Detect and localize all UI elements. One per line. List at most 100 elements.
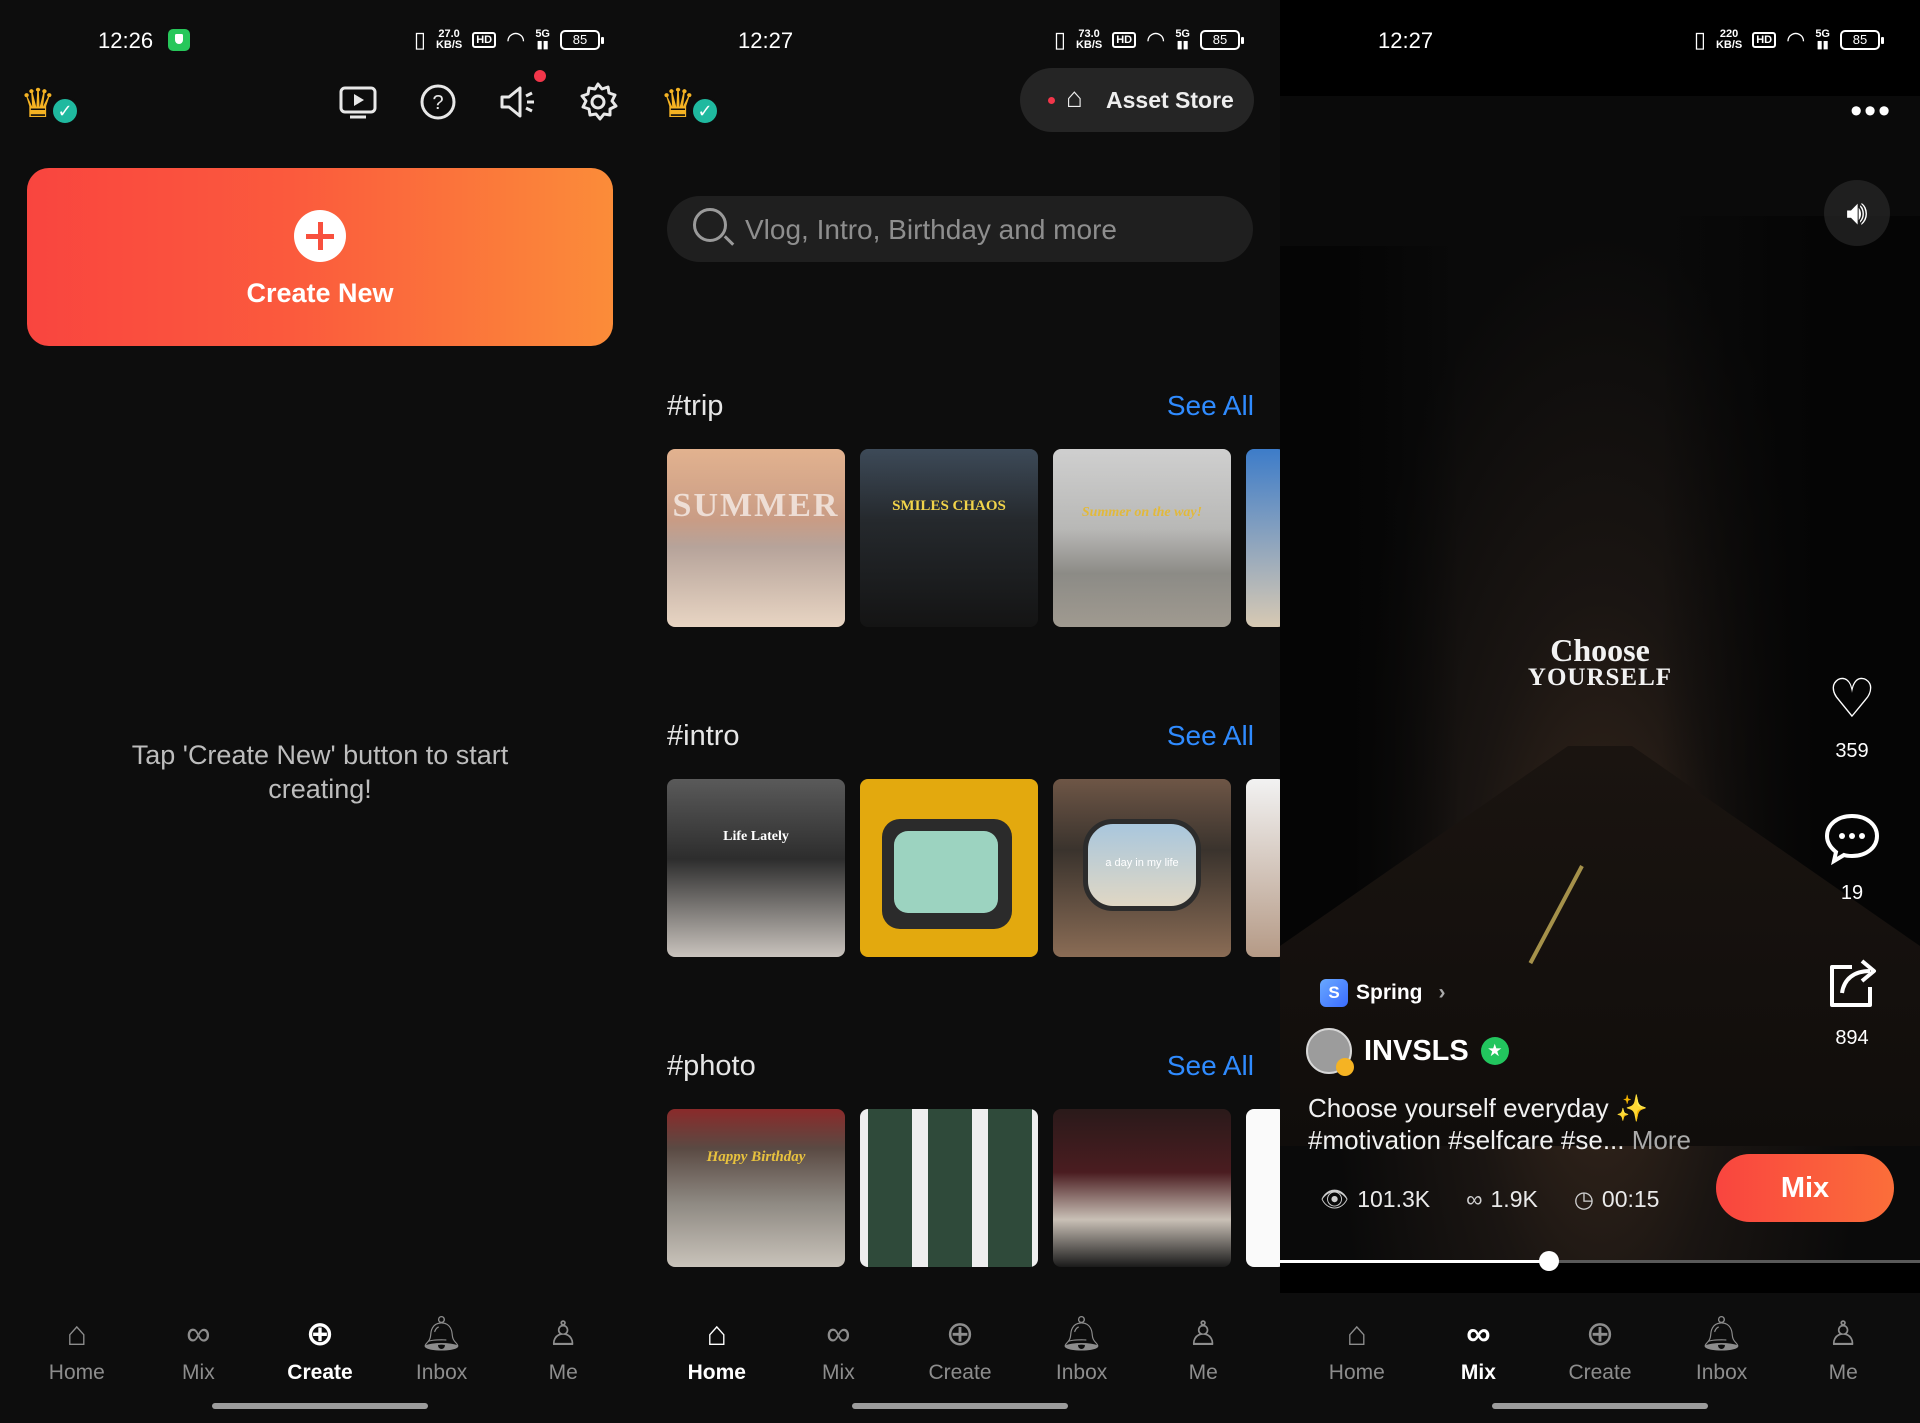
- search-input[interactable]: Vlog, Intro, Birthday and more: [667, 196, 1253, 262]
- nav-home[interactable]: ⌂ Home: [22, 1313, 132, 1385]
- nav-mix[interactable]: ∞ Mix: [143, 1313, 253, 1385]
- template-thumbnail[interactable]: [1246, 779, 1280, 957]
- speaker-icon[interactable]: 🔊︎: [1824, 180, 1890, 246]
- nav-create[interactable]: ⊕ Create: [265, 1313, 375, 1385]
- person-icon: ♙: [547, 1315, 579, 1353]
- section-intro: #intro See All Life Lately a day in my l…: [667, 720, 1280, 959]
- nav-inbox[interactable]: 🔔︎ Inbox: [1027, 1313, 1137, 1385]
- system-icons: ▯ 27.0 KB/S HD ◠ 5G ▮▮ 85: [413, 27, 604, 52]
- caption-line: Choose yourself everyday ✨: [1308, 1093, 1649, 1123]
- like-button[interactable]: ♡ 359: [1812, 668, 1892, 763]
- thumbnail-row: Life Lately a day in my life: [667, 779, 1280, 959]
- template-thumbnail[interactable]: [1246, 1109, 1280, 1267]
- nav-inbox-label: Inbox: [1695, 1361, 1748, 1384]
- video-progress-bar[interactable]: [1280, 1251, 1920, 1271]
- mixes-count: 1.9K: [1490, 1186, 1538, 1212]
- nav-me[interactable]: ♙ Me: [508, 1313, 618, 1385]
- empty-state-hint: Tap 'Create New' button to start creatin…: [131, 740, 509, 804]
- nav-mix[interactable]: ∞ Mix: [783, 1313, 893, 1385]
- megaphone-icon[interactable]: [496, 70, 546, 124]
- comment-bubble-icon: [1812, 810, 1892, 872]
- see-all-link[interactable]: See All: [1167, 720, 1254, 753]
- net-speed: 220 KB/S: [1715, 28, 1743, 51]
- asset-store-button[interactable]: ⌂ Asset Store: [1020, 68, 1254, 132]
- see-all-link[interactable]: See All: [1167, 390, 1254, 423]
- wifi-icon: ◠: [1146, 27, 1166, 52]
- thumbnail-text: Life Lately: [723, 829, 789, 844]
- template-thumbnail[interactable]: a day in my life: [1053, 779, 1231, 957]
- plus-circle-icon: [294, 210, 346, 262]
- premium-crown-button[interactable]: ♛ ✓: [660, 78, 722, 126]
- nav-me-label: Me: [548, 1361, 578, 1384]
- nav-mix-label: Mix: [1460, 1361, 1496, 1384]
- more-options-icon[interactable]: •••: [1850, 92, 1892, 131]
- template-thumbnail[interactable]: SMILES CHAOS: [860, 449, 1038, 627]
- template-thumbnail[interactable]: Life Lately: [667, 779, 845, 957]
- gear-icon[interactable]: [576, 80, 620, 124]
- infinity-icon: ∞: [1466, 1186, 1483, 1212]
- create-new-button[interactable]: Create New: [27, 168, 613, 346]
- template-thumbnail[interactable]: [860, 779, 1038, 957]
- nav-create-label: Create: [287, 1361, 353, 1384]
- shield-icon: [168, 29, 190, 51]
- nav-home[interactable]: ⌂ Home: [1302, 1313, 1412, 1385]
- signal-icon: 5G ▮▮: [1175, 28, 1190, 51]
- author-row[interactable]: INVSLS ★: [1306, 1028, 1509, 1076]
- signal-icon: 5G ▮▮: [1815, 28, 1830, 51]
- template-thumbnail[interactable]: [860, 1109, 1038, 1267]
- status-bar: 12:27 ▯ 220 KB/S HD ◠ 5G ▮▮ 85: [1280, 26, 1920, 56]
- comment-button[interactable]: 19: [1812, 810, 1892, 905]
- nav-inbox[interactable]: 🔔︎ Inbox: [387, 1313, 497, 1385]
- bottom-nav: ⌂ Home ∞ Mix ⊕ Create 🔔︎ Inbox ♙ Me: [0, 1293, 640, 1423]
- nav-home[interactable]: ⌂ Home: [662, 1313, 772, 1385]
- template-thumbnail[interactable]: Summer on the way!: [1053, 449, 1231, 627]
- status-bar: 12:27 ▯ 73.0 KB/S HD ◠ 5G ▮▮ 85: [640, 26, 1280, 56]
- home-icon: ⌂: [1346, 1315, 1368, 1353]
- nav-inbox[interactable]: 🔔︎ Inbox: [1667, 1313, 1777, 1385]
- nav-create[interactable]: ⊕ Create: [905, 1313, 1015, 1385]
- section-title: #intro: [667, 720, 740, 752]
- template-chip[interactable]: S Spring ›: [1320, 976, 1446, 1010]
- svg-text:?: ?: [432, 92, 443, 114]
- mix-button[interactable]: Mix: [1716, 1154, 1894, 1222]
- thumbnail-text: SMILES CHAOS: [892, 498, 1006, 514]
- nav-mix[interactable]: ∞ Mix: [1423, 1313, 1533, 1385]
- nav-home-label: Home: [48, 1361, 105, 1384]
- author-name[interactable]: INVSLS: [1364, 1035, 1469, 1068]
- person-icon: ♙: [1187, 1315, 1219, 1353]
- template-thumbnail[interactable]: [1246, 449, 1280, 627]
- infinity-icon: ∞: [826, 1315, 851, 1353]
- caption-more-link[interactable]: More: [1632, 1125, 1691, 1155]
- overlay-line: Choose: [1550, 632, 1650, 668]
- share-count: 894: [1835, 1027, 1869, 1049]
- see-all-link[interactable]: See All: [1167, 1050, 1254, 1083]
- avatar[interactable]: [1306, 1028, 1354, 1076]
- help-icon[interactable]: ?: [416, 80, 460, 124]
- notification-dot: [534, 70, 546, 82]
- nav-me[interactable]: ♙ Me: [1788, 1313, 1898, 1385]
- template-logo-icon: S: [1320, 979, 1348, 1007]
- vibrate-icon: ▯: [413, 27, 426, 52]
- progress-knob[interactable]: [1538, 1251, 1559, 1271]
- create-screen: 12:26 ▯ 27.0 KB/S HD ◠ 5G ▮▮ 85 ♛ ✓ ? Cr…: [0, 0, 640, 1423]
- template-thumbnail[interactable]: Happy Birthday: [667, 1109, 845, 1267]
- net-speed: 27.0 KB/S: [435, 28, 463, 51]
- gesture-bar: [852, 1403, 1068, 1409]
- template-thumbnail[interactable]: SUMMER: [667, 449, 845, 627]
- nav-create[interactable]: ⊕ Create: [1545, 1313, 1655, 1385]
- notification-dot: [1048, 97, 1055, 104]
- video-play-icon[interactable]: [336, 80, 380, 124]
- nav-me-label: Me: [1828, 1361, 1858, 1384]
- template-thumbnail[interactable]: [1053, 1109, 1231, 1267]
- create-new-label: Create New: [246, 278, 394, 308]
- section-title: #photo: [667, 1050, 756, 1082]
- system-icons: ▯ 220 KB/S HD ◠ 5G ▮▮ 85: [1694, 28, 1884, 51]
- nav-me[interactable]: ♙ Me: [1148, 1313, 1258, 1385]
- home-screen: 12:27 ▯ 73.0 KB/S HD ◠ 5G ▮▮ 85 ♛ ✓ ⌂ Asse…: [640, 0, 1280, 1423]
- share-button[interactable]: 894: [1812, 955, 1892, 1050]
- duration-stat: ◷ 00:15: [1574, 1186, 1660, 1213]
- check-badge-icon: ✓: [50, 96, 80, 126]
- premium-crown-button[interactable]: ♛ ✓: [20, 78, 82, 126]
- battery-indicator: 85: [560, 30, 604, 50]
- plus-circle-icon: ⊕: [305, 1315, 335, 1353]
